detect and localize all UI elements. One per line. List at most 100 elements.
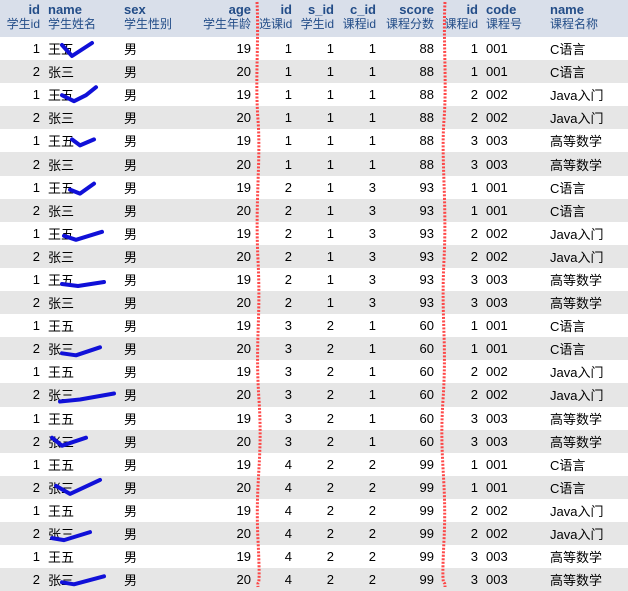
column-header[interactable]: id 课程id [438,0,482,37]
table-cell: 张三 [44,568,120,591]
table-row[interactable]: 2 张三男 20 3 2 1 60 2 002 Java入门 [0,383,628,407]
column-header[interactable]: age 学生年龄 [198,0,255,37]
table-row[interactable]: 2 张三男 20 3 2 1 60 1 001 C语言 [0,337,628,361]
table-cell: 2 [255,291,296,315]
table-row[interactable]: 2 张三男 20 3 2 1 60 3 003 高等数学 [0,429,628,453]
column-name[interactable]: id [4,2,40,17]
column-name[interactable]: id [442,2,478,17]
table-cell: 19 [198,452,255,476]
table-cell: C语言 [546,452,628,476]
table-row[interactable]: 2 张三男 20 2 1 3 93 3 003 高等数学 [0,291,628,315]
table-row[interactable]: 1 王五男 19 4 2 2 99 2 002 Java入门 [0,498,628,522]
table-cell: 1 [438,37,482,61]
table-cell: 20 [198,198,255,222]
table-cell: 2 [438,106,482,130]
table-cell: 88 [380,129,438,153]
table-row[interactable]: 1 王五男 19 3 2 1 60 2 002 Java入门 [0,360,628,384]
table-cell: 1 [338,406,380,430]
table-cell: 3 [438,152,482,176]
table-row[interactable]: 1 王五男 19 3 2 1 60 1 001 C语言 [0,314,628,338]
table-cell: 1 [438,337,482,361]
table-cell: 001 [482,314,546,338]
table-row[interactable]: 1 王五男 19 1 1 1 88 3 003 高等数学 [0,129,628,153]
table-cell: 99 [380,568,438,591]
column-header[interactable]: name 课程名称 [546,0,628,37]
table-cell: 93 [380,198,438,222]
table-cell: 高等数学 [546,406,628,430]
table-row[interactable]: 2 张三男 20 4 2 2 99 2 002 Java入门 [0,521,628,546]
table-cell: 2 [296,521,338,546]
table-cell: 张三 [44,521,120,546]
table-row[interactable]: 2 张三男 20 1 1 1 88 1 001 C语言 [0,60,628,84]
column-name[interactable]: code [486,2,542,17]
table-row[interactable]: 2 张三男 20 4 2 2 99 1 001 C语言 [0,475,628,499]
table-cell: 1 [338,83,380,107]
table-cell: 60 [380,383,438,407]
column-header[interactable]: sex 学生性别 [120,0,198,37]
table-row[interactable]: 1 王五男 19 1 1 1 88 2 002 Java入门 [0,83,628,107]
table-row[interactable]: 2 张三男 20 1 1 1 88 2 002 Java入门 [0,106,628,130]
table-cell: 1 [0,452,44,476]
table-cell: 3 [255,406,296,430]
table-row[interactable]: 1 王五男 19 3 2 1 60 3 003 高等数学 [0,406,628,430]
column-header[interactable]: name 学生姓名 [44,0,120,37]
table-cell: Java入门 [546,106,628,130]
table-cell: 19 [198,406,255,430]
column-name[interactable]: sex [124,2,194,17]
table-cell: C语言 [546,475,628,499]
table-row[interactable]: 2 张三男 20 1 1 1 88 3 003 高等数学 [0,152,628,176]
table-row[interactable]: 2 张三男 20 2 1 3 93 2 002 Java入门 [0,244,628,268]
column-header[interactable]: id 学生id [0,0,44,37]
column-header[interactable]: id 选课id [255,0,296,37]
column-name[interactable]: age [202,2,251,17]
table-cell: 93 [380,267,438,292]
table-row[interactable]: 2 张三男 20 4 2 2 99 3 003 高等数学 [0,568,628,591]
column-name[interactable]: c_id [342,2,376,17]
table-cell: 93 [380,221,438,245]
table-cell: 002 [482,221,546,245]
column-comment: 课程分数 [385,17,434,31]
table-cell: 王五 [44,360,120,384]
table-cell: 1 [296,267,338,292]
table-row[interactable]: 1 王五男 19 2 1 3 93 1 001 C语言 [0,175,628,199]
table-cell: 4 [255,568,296,591]
table-cell: 1 [438,175,482,199]
table-cell: 2 [296,383,338,407]
table-row[interactable]: 1 王五男 19 1 1 1 88 1 001 C语言 [0,37,628,61]
column-name[interactable]: s_id [300,2,334,17]
table-cell: 002 [482,498,546,522]
table-row[interactable]: 1 王五男 19 2 1 3 93 2 002 Java入门 [0,221,628,245]
column-name[interactable]: id [259,2,292,17]
table-cell: 男 [120,244,198,268]
table-cell: 2 [296,498,338,522]
table-cell: 张三 [44,429,120,453]
table-cell: 4 [255,498,296,522]
table-cell: 3 [255,337,296,361]
column-header[interactable]: c_id 课程id [338,0,380,37]
table-row[interactable]: 1 王五男 19 2 1 3 93 3 003 高等数学 [0,267,628,292]
table-cell: 2 [296,314,338,338]
table-cell: 60 [380,314,438,338]
table-row[interactable]: 1 王五男 19 4 2 2 99 3 003 高等数学 [0,545,628,569]
table-cell: 2 [438,244,482,268]
table-cell: 99 [380,498,438,522]
column-name[interactable]: score [384,2,434,17]
column-header[interactable]: score 课程分数 [380,0,438,37]
table-row[interactable]: 2 张三男 20 2 1 3 93 1 001 C语言 [0,198,628,222]
header-row: id 学生id name 学生姓名 sex 学生性别 age 学生年龄 id 选课id s_id 学生… [0,0,628,37]
table-cell: 60 [380,429,438,453]
table-cell: 2 [438,83,482,107]
table-cell: 93 [380,291,438,315]
table-cell: 1 [255,60,296,84]
column-name[interactable]: name [48,2,116,17]
table-cell: 2 [0,568,44,591]
column-header[interactable]: code 课程号 [482,0,546,37]
table-row[interactable]: 1 王五男 19 4 2 2 99 1 001 C语言 [0,452,628,476]
table-cell: 高等数学 [546,568,628,591]
table-cell: 93 [380,175,438,199]
column-header[interactable]: s_id 学生id [296,0,338,37]
table-cell: 1 [255,106,296,130]
table-cell: 001 [482,475,546,499]
table-cell: 男 [120,406,198,430]
column-name[interactable]: name [550,2,624,17]
